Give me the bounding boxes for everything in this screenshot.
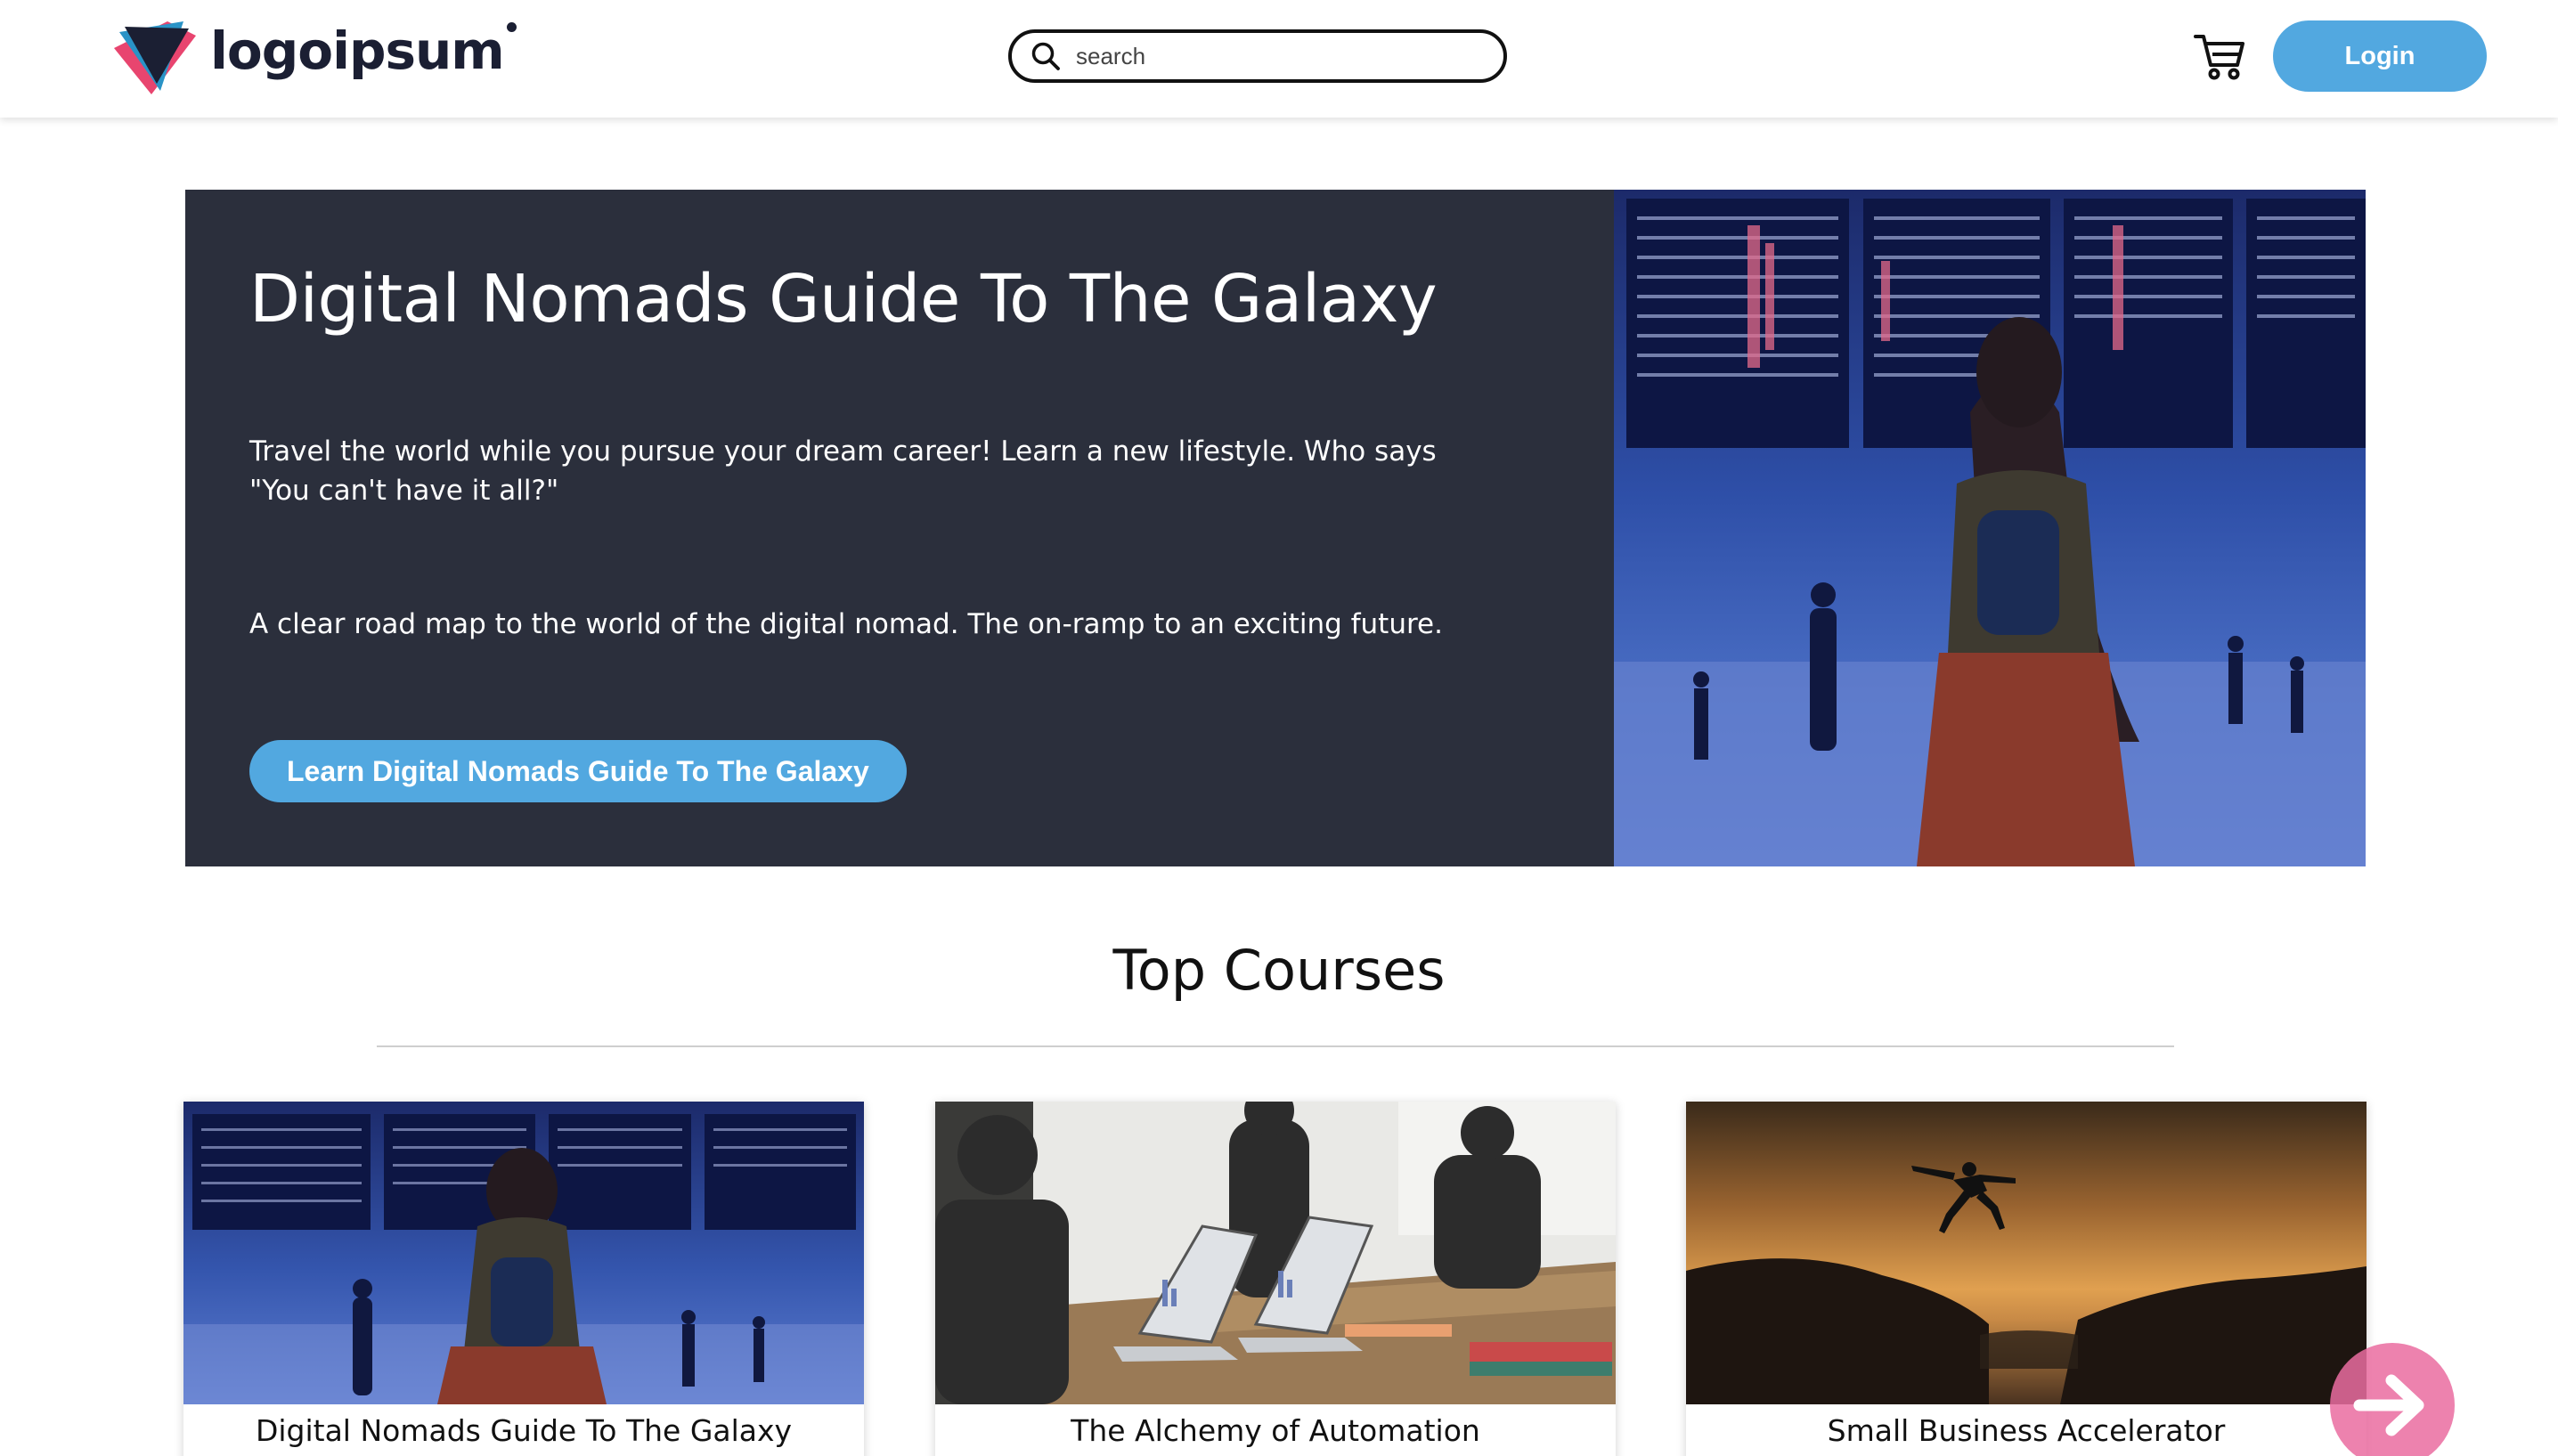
logo[interactable]: logoipsum [112,16,517,96]
login-button[interactable]: Login [2273,20,2487,92]
course-card[interactable]: Small Business Accelerator [1686,1102,2367,1456]
course-title[interactable]: The Alchemy of Automation [935,1413,1616,1448]
airport-departure-board-image [1614,190,2366,866]
course-title[interactable]: Small Business Accelerator [1686,1413,2367,1448]
hero-title: Digital Nomads Guide To The Galaxy [249,261,1438,338]
course-title[interactable]: Digital Nomads Guide To The Galaxy [183,1413,864,1448]
logo-text: logoipsum [210,20,517,81]
carousel-next-button[interactable] [2330,1343,2455,1456]
course-card[interactable]: The Alchemy of Automation [935,1102,1616,1456]
section-title-top-courses: Top Courses [1112,938,1446,1003]
search-input[interactable] [1076,42,1468,70]
course-thumbnail-meeting [935,1102,1616,1404]
hero-subtext: A clear road map to the world of the dig… [249,608,1443,640]
course-thumbnail-airport [183,1102,864,1404]
logo-mark-icon [114,21,196,94]
course-thumbnail-sunset-jump [1686,1102,2367,1404]
site-header: logoipsum Login [0,0,2558,118]
search-icon [1030,40,1062,72]
shopping-cart-icon[interactable] [2193,31,2246,81]
hero-banner: Digital Nomads Guide To The Galaxy Trave… [185,190,2366,866]
search-bar[interactable] [1008,29,1507,83]
arrow-right-icon [2353,1374,2424,1436]
hero-description: Travel the world while you pursue your d… [249,435,1437,507]
learn-course-button[interactable]: Learn Digital Nomads Guide To The Galaxy [249,740,907,802]
course-card[interactable]: Digital Nomads Guide To The Galaxy [183,1102,864,1456]
section-divider [377,1045,2174,1047]
